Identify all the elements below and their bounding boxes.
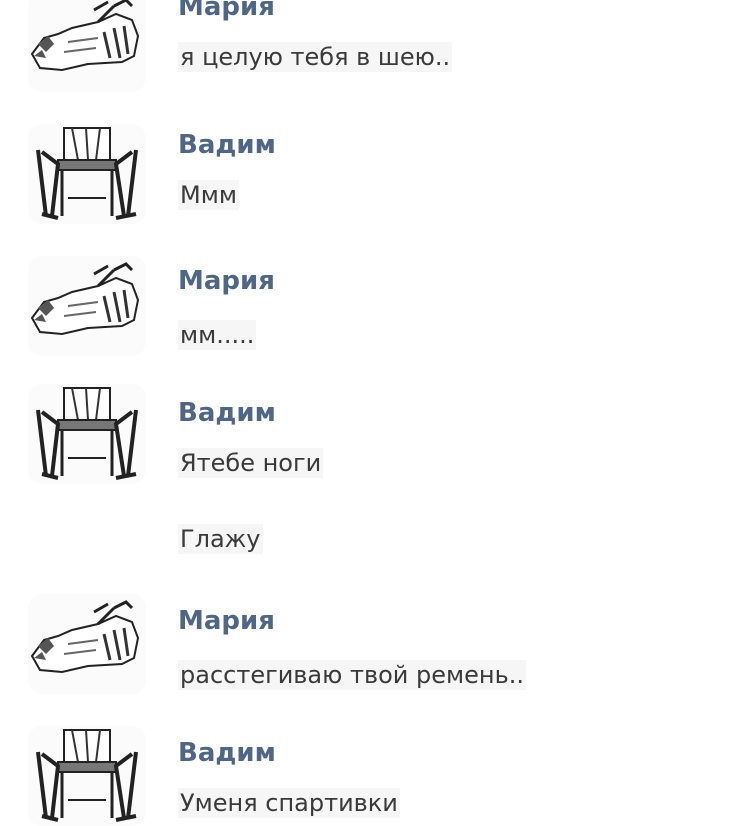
message-text: Глажу bbox=[178, 524, 263, 554]
chair-figure-icon[interactable] bbox=[28, 726, 146, 826]
chat-message: Глажу bbox=[0, 524, 736, 560]
message-text: Уменя спартивки bbox=[178, 788, 400, 818]
message-author[interactable]: Мария bbox=[178, 266, 275, 296]
message-text: Ятебе ноги bbox=[178, 448, 324, 478]
message-author[interactable]: Вадим bbox=[178, 130, 276, 160]
chat-message: Вадим Ммм bbox=[0, 124, 736, 234]
chat-log: Мария я целую тебя в шею.. Вадим Ммм Мар… bbox=[0, 0, 736, 826]
chair-figure-icon[interactable] bbox=[28, 124, 146, 224]
lying-figure-icon[interactable] bbox=[28, 0, 146, 92]
lying-figure-icon[interactable] bbox=[28, 594, 146, 694]
chat-message: Мария я целую тебя в шею.. bbox=[0, 0, 736, 102]
message-author[interactable]: Мария bbox=[178, 0, 275, 22]
message-text: я целую тебя в шею.. bbox=[178, 42, 453, 72]
chat-message: Мария расстегиваю твой ремень.. bbox=[0, 594, 736, 704]
chat-message: Вадим Уменя спартивки bbox=[0, 726, 736, 826]
message-author[interactable]: Вадим bbox=[178, 398, 276, 428]
message-author[interactable]: Вадим bbox=[178, 738, 276, 768]
message-text: Ммм bbox=[178, 180, 239, 210]
chair-figure-icon[interactable] bbox=[28, 384, 146, 484]
message-text: мм..... bbox=[178, 320, 257, 350]
message-author[interactable]: Мария bbox=[178, 606, 275, 636]
chat-message: Вадим Ятебе ноги bbox=[0, 384, 736, 494]
lying-figure-icon[interactable] bbox=[28, 256, 146, 356]
message-text: расстегиваю твой ремень.. bbox=[178, 660, 526, 690]
chat-message: Мария мм..... bbox=[0, 256, 736, 366]
